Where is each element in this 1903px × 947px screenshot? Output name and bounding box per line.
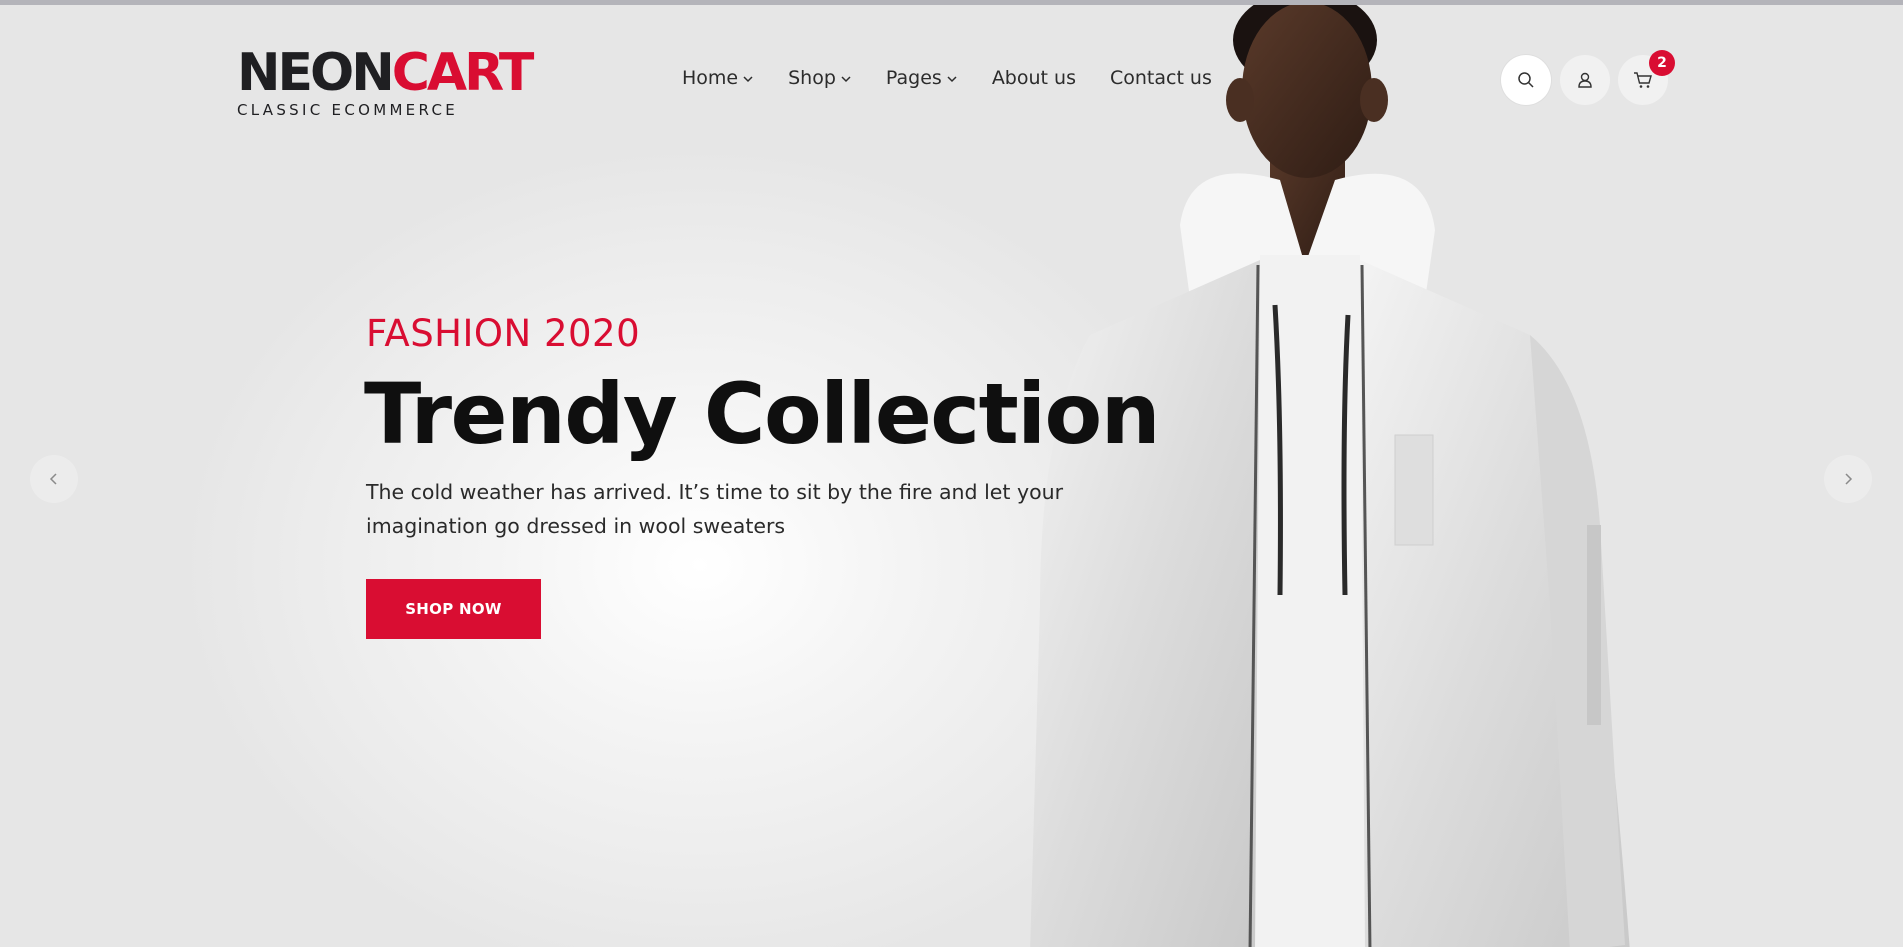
search-button[interactable] <box>1501 55 1551 105</box>
nav-item-about[interactable]: About us <box>992 67 1076 89</box>
shop-now-button[interactable]: SHOP NOW <box>366 579 541 639</box>
nav-label: Shop <box>788 67 836 89</box>
logo-tagline: CLASSIC ECOMMERCE <box>237 101 458 119</box>
search-icon <box>1518 72 1534 88</box>
user-icon <box>1578 72 1592 88</box>
cart-count-badge: 2 <box>1649 50 1675 76</box>
chevron-down-icon <box>841 76 851 83</box>
hero-subtitle: FASHION 2020 <box>366 312 641 355</box>
logo-wordmark: NEONCART <box>237 47 537 99</box>
hero-model-image <box>1030 5 1630 947</box>
logo-part-neon: NEON <box>237 43 395 103</box>
hero-description: The cold weather has arrived. It’s time … <box>366 480 1064 538</box>
nav-label: Home <box>682 67 739 89</box>
nav-item-shop[interactable]: Shop <box>788 67 852 89</box>
nav-item-pages[interactable]: Pages <box>886 67 958 89</box>
slider-prev-button[interactable] <box>30 455 78 503</box>
account-button[interactable] <box>1560 55 1610 105</box>
nav-label: About us <box>991 67 1076 89</box>
hero-slider: NEONCART CLASSIC ECOMMERCE Home Shop Pag… <box>0 5 1903 947</box>
logo-part-cart: CART <box>391 43 535 103</box>
cart-icon <box>1634 72 1652 88</box>
chevron-right-icon <box>1845 473 1853 485</box>
chevron-down-icon <box>743 76 753 83</box>
main-navigation: Home Shop Pages About us Contact us <box>682 67 1212 89</box>
chevron-left-icon <box>49 473 57 485</box>
nav-label: Pages <box>885 67 942 89</box>
hero-title: Trendy Collection <box>364 365 1161 463</box>
nav-label: Contact us <box>1109 67 1212 89</box>
nav-item-contact[interactable]: Contact us <box>1110 67 1212 89</box>
chevron-down-icon <box>947 76 957 83</box>
brand-logo[interactable]: NEONCART CLASSIC ECOMMERCE <box>237 47 537 119</box>
nav-item-home[interactable]: Home <box>682 67 754 89</box>
slider-next-button[interactable] <box>1824 455 1872 503</box>
